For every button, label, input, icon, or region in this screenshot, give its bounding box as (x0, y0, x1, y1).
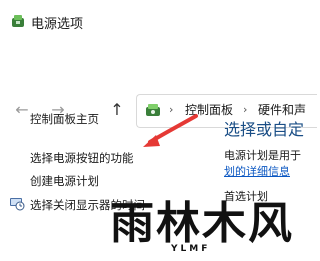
up-button[interactable]: ↑ (107, 100, 127, 120)
watermark-text: 雨林木风 (110, 198, 294, 249)
sidebar-item-control-panel-home[interactable]: 控制面板主页 (30, 111, 99, 127)
plan-details-link[interactable]: 划的详细信息 (224, 163, 290, 179)
back-button[interactable]: ← (12, 100, 32, 120)
breadcrumb-separator: › (169, 103, 174, 116)
control-panel-icon (146, 104, 160, 116)
navigation-bar: ← → ↑ › 控制面板 › 硬件和声 (0, 44, 317, 128)
page-heading: 选择或自定 (224, 120, 305, 139)
page-description: 电源计划是用于 (224, 149, 301, 162)
sidebar-item-create-power-plan[interactable]: 创建电源计划 (30, 173, 99, 189)
watermark-subtext: YLMF (171, 244, 211, 254)
sidebar-item-power-button-functions[interactable]: 选择电源按钮的功能 (30, 150, 134, 166)
window-title: 电源选项 (31, 17, 84, 32)
power-options-icon (12, 15, 24, 27)
title-bar: 电源选项 (0, 0, 309, 44)
display-clock-icon (10, 198, 25, 211)
